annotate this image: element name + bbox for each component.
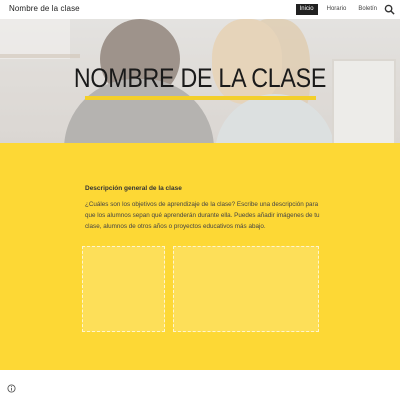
info-icon[interactable] [7, 384, 16, 393]
image-placeholder[interactable] [173, 246, 319, 332]
nav-item-inicio[interactable]: Inicio [295, 4, 318, 15]
nav-item-horario[interactable]: Horario [324, 4, 350, 15]
section-description: ¿Cuáles son los objetivos de aprendizaje… [85, 201, 320, 230]
top-bar: Nombre de la clase Inicio Horario Boletí… [0, 0, 400, 19]
page-title: NOMBRE DE LA CLASE [73, 63, 327, 93]
search-icon[interactable] [384, 4, 395, 15]
site-title[interactable]: Nombre de la clase [9, 4, 80, 13]
image-placeholder[interactable] [82, 246, 165, 332]
hero-banner: NOMBRE DE LA CLASE [0, 19, 400, 143]
site-nav: Inicio Horario Boletín [295, 4, 380, 15]
nav-item-boletin[interactable]: Boletín [355, 4, 380, 15]
title-underline [85, 96, 316, 100]
section-heading: Descripción general de la clase [85, 185, 182, 192]
